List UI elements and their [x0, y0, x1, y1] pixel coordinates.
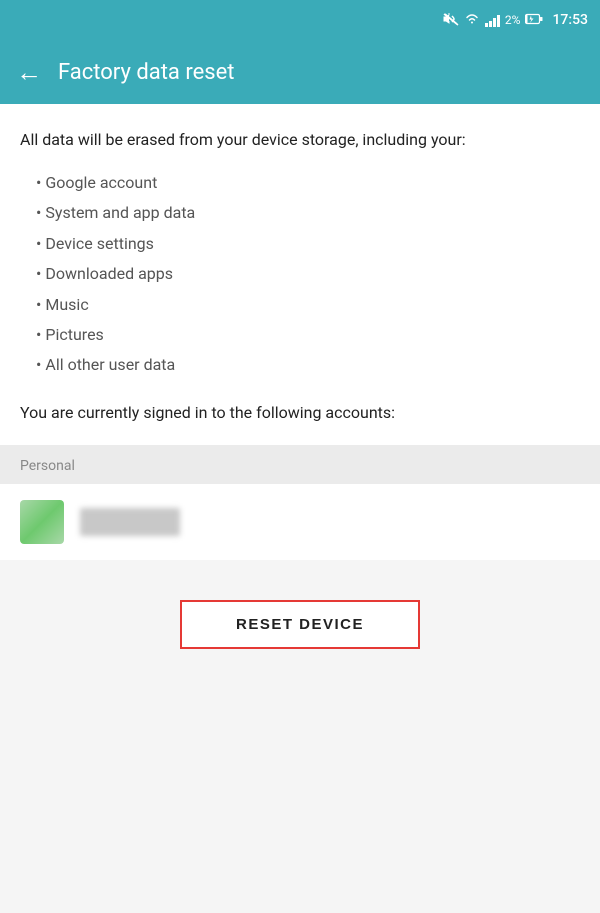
account-row: [0, 484, 600, 560]
reset-area: RESET DEVICE: [0, 560, 600, 760]
status-bar: 2% 17:53: [0, 0, 600, 40]
signed-in-text: You are currently signed in to the follo…: [20, 401, 580, 425]
main-content: All data will be erased from your device…: [0, 104, 600, 445]
list-item: Google account: [32, 168, 580, 198]
page-title: Factory data reset: [58, 60, 234, 85]
back-button[interactable]: ←: [16, 57, 42, 88]
account-avatar: [20, 500, 64, 544]
list-item: Pictures: [32, 320, 580, 350]
data-list: Google accountSystem and app dataDevice …: [32, 168, 580, 381]
mute-icon: [443, 12, 459, 29]
reset-device-button[interactable]: RESET DEVICE: [180, 600, 420, 649]
list-item: Music: [32, 290, 580, 320]
list-item: Downloaded apps: [32, 259, 580, 289]
account-info-blurred: [80, 508, 180, 536]
list-item: System and app data: [32, 198, 580, 228]
personal-section: Personal: [0, 445, 600, 484]
wifi-icon: [464, 12, 480, 28]
top-bar: ← Factory data reset: [0, 40, 600, 104]
list-item: All other user data: [32, 350, 580, 380]
personal-label: Personal: [20, 458, 75, 474]
status-time: 17:53: [552, 12, 588, 28]
signal-icon: [485, 13, 500, 27]
warning-text: All data will be erased from your device…: [20, 128, 580, 152]
battery-percent: 2%: [505, 13, 521, 27]
status-icons: 2% 17:53: [443, 12, 588, 29]
battery-icon: [525, 13, 543, 28]
list-item: Device settings: [32, 229, 580, 259]
